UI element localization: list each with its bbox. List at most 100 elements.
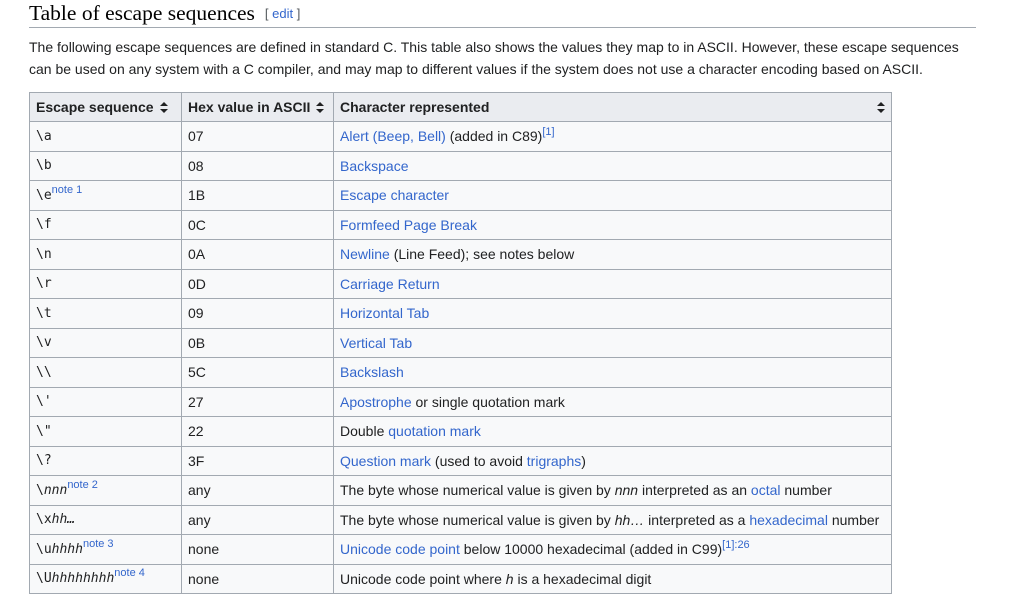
escape-sequence-cell: \n (29, 239, 182, 270)
citation-reference: [1]:26 (722, 539, 750, 552)
hex-value-cell: 27 (181, 386, 334, 417)
wiki-link[interactable]: Carriage Return (340, 276, 440, 292)
wiki-link[interactable]: trigraphs (527, 453, 581, 469)
character-represented-cell: Unicode code point below 10000 hexadecim… (333, 534, 892, 565)
hex-value-cell: any (181, 475, 334, 506)
character-represented-cell: Vertical Tab (333, 327, 892, 358)
wiki-link[interactable]: Horizontal Tab (340, 305, 429, 321)
section-heading: Table of escape sequences [ edit ] (29, 0, 976, 28)
wiki-link[interactable]: Escape character (340, 187, 449, 203)
character-represented-cell: Escape character (333, 180, 892, 211)
wiki-link[interactable]: quotation mark (388, 423, 481, 439)
edit-section-link-wrapper: [ edit ] (264, 6, 301, 21)
sort-icon[interactable] (316, 102, 325, 113)
wiki-link[interactable]: octal (751, 482, 781, 498)
table-row: \\ 5C Backslash (29, 357, 892, 388)
hex-value-cell: 3F (181, 445, 334, 476)
table-row: \b 08 Backspace (29, 150, 892, 181)
hex-value-cell: 07 (181, 121, 334, 152)
escape-sequence-cell: \t (29, 298, 182, 329)
table-row: \uhhhhnote 3 none Unicode code point below… (29, 534, 892, 565)
note-reference: note 1 (51, 183, 83, 196)
hex-value-cell: 0C (181, 209, 334, 240)
hex-value-cell: none (181, 563, 334, 594)
character-represented-cell: Apostrophe or single quotation mark (333, 386, 892, 417)
wiki-link[interactable]: Newline (340, 246, 390, 262)
citation-reference: [1] (542, 126, 555, 139)
column-header-hex-value[interactable]: Hex value in ASCII (181, 92, 334, 122)
column-header-character-represented[interactable]: Character represented (333, 92, 892, 122)
note-reference: note 2 (67, 478, 98, 491)
character-represented-cell: Horizontal Tab (333, 298, 892, 329)
character-represented-cell: The byte whose numerical value is given … (333, 475, 892, 506)
hex-value-cell: 22 (181, 416, 334, 447)
table-row: \Uhhhhhhhhnote 4 none Unicode code point w… (29, 563, 892, 594)
article-content: Table of escape sequences [ edit ] The fo… (0, 0, 1021, 594)
sort-icon[interactable] (877, 102, 885, 113)
wiki-link[interactable]: Unicode code point (340, 541, 460, 557)
table-row: \' 27 Apostrophe or single quotation mark (29, 386, 892, 417)
escape-sequence-cell: \enote 1 (29, 180, 182, 211)
escape-sequence-cell: \r (29, 268, 182, 299)
table-row: \? 3F Question mark (used to avoid trigrap… (29, 445, 892, 476)
wiki-link[interactable]: Backslash (340, 364, 404, 380)
hex-value-cell: 0B (181, 327, 334, 358)
hex-value-cell: 1B (181, 180, 334, 211)
table-row: \v 0B Vertical Tab (29, 327, 892, 358)
table-header-row: Escape sequence Hex value in ASCII Chara… (29, 92, 892, 122)
table-row: \enote 1 1B Escape character (29, 180, 892, 211)
escape-sequence-cell: \xhh… (29, 504, 182, 535)
escape-sequence-cell: \\ (29, 357, 182, 388)
hex-value-cell: 0A (181, 239, 334, 270)
wiki-link[interactable]: Question mark (340, 453, 431, 469)
escape-sequence-cell: \' (29, 386, 182, 417)
escape-sequence-table: Escape sequence Hex value in ASCII Chara… (29, 92, 892, 594)
hex-value-cell: 09 (181, 298, 334, 329)
escape-sequence-cell: \uhhhhnote 3 (29, 534, 182, 565)
escape-sequence-cell: \b (29, 150, 182, 181)
escape-sequence-cell: \f (29, 209, 182, 240)
hex-value-cell: 08 (181, 150, 334, 181)
wiki-link[interactable]: Vertical Tab (340, 335, 412, 351)
table-row: \" 22 Double quotation mark (29, 416, 892, 447)
section-title: Table of escape sequences (29, 1, 255, 25)
edit-section-link[interactable]: edit (272, 6, 293, 21)
character-represented-cell: Unicode code point where h is a hexadeci… (333, 563, 892, 594)
hex-value-cell: none (181, 534, 334, 565)
wiki-link[interactable]: Backspace (340, 158, 408, 174)
character-represented-cell: Backspace (333, 150, 892, 181)
table-row: \t 09 Horizontal Tab (29, 298, 892, 329)
escape-sequence-cell: \nnnnote 2 (29, 475, 182, 506)
wiki-link[interactable]: Alert (Beep, Bell) (340, 128, 446, 144)
escape-sequence-cell: \? (29, 445, 182, 476)
intro-paragraph: The following escape sequences are defin… (29, 39, 959, 77)
escape-sequence-cell: \" (29, 416, 182, 447)
table-row: \n 0A Newline (Line Feed); see notes below (29, 239, 892, 270)
character-represented-cell: Double quotation mark (333, 416, 892, 447)
hex-value-cell: any (181, 504, 334, 535)
character-represented-cell: Backslash (333, 357, 892, 388)
table-row: \a 07 Alert (Beep, Bell) (added in C89)[1] (29, 121, 892, 152)
character-represented-cell: Newline (Line Feed); see notes below (333, 239, 892, 270)
escape-sequence-cell: \a (29, 121, 182, 152)
table-row: \xhh… any The byte whose numerical value i… (29, 504, 892, 535)
column-header-escape-sequence[interactable]: Escape sequence (29, 92, 182, 122)
hex-value-cell: 0D (181, 268, 334, 299)
hex-value-cell: 5C (181, 357, 334, 388)
wiki-link[interactable]: hexadecimal (749, 512, 828, 528)
table-row: \r 0D Carriage Return (29, 268, 892, 299)
note-reference: note 4 (114, 567, 145, 580)
wiki-link[interactable]: Formfeed Page Break (340, 217, 477, 233)
character-represented-cell: The byte whose numerical value is given … (333, 504, 892, 535)
sort-icon[interactable] (159, 102, 168, 113)
wiki-link[interactable]: Apostrophe (340, 394, 412, 410)
escape-sequence-cell: \Uhhhhhhhhnote 4 (29, 563, 182, 594)
character-represented-cell: Alert (Beep, Bell) (added in C89)[1] (333, 121, 892, 152)
character-represented-cell: Question mark (used to avoid trigraphs) (333, 445, 892, 476)
table-row: \nnnnote 2 any The byte whose numerical va… (29, 475, 892, 506)
note-reference: note 3 (82, 537, 114, 550)
character-represented-cell: Carriage Return (333, 268, 892, 299)
table-row: \f 0C Formfeed Page Break (29, 209, 892, 240)
escape-sequence-cell: \v (29, 327, 182, 358)
character-represented-cell: Formfeed Page Break (333, 209, 892, 240)
